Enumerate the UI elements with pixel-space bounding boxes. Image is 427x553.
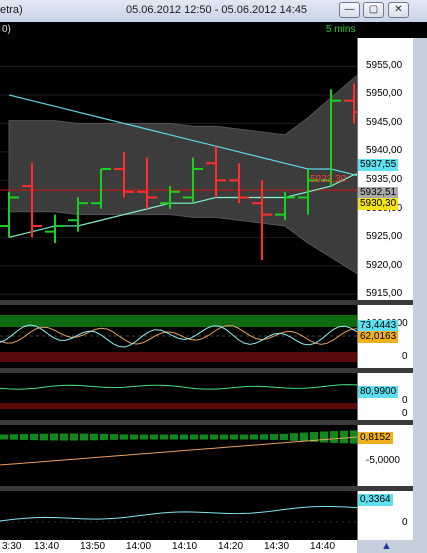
histogram-bar <box>200 434 208 440</box>
histogram-bar <box>50 433 58 441</box>
price-tick: 5955,00 <box>366 60 403 71</box>
price-tick: 5950,00 <box>366 88 403 99</box>
histogram-bar <box>140 434 148 440</box>
histogram-bar <box>250 434 258 440</box>
arrow-icon[interactable]: ▲ <box>381 540 392 552</box>
side-scrollbar[interactable] <box>413 38 427 553</box>
histogram-bar <box>120 434 128 440</box>
ref-value-tag: 5933,30 <box>310 174 347 185</box>
overbought-zone <box>0 315 357 327</box>
histogram-bar <box>80 433 88 441</box>
histogram-bar <box>220 434 228 440</box>
signal-line <box>0 325 357 345</box>
scale-label: 0 <box>402 351 408 362</box>
scale-label: 0 <box>402 395 408 406</box>
histogram-bar <box>160 434 168 440</box>
time-label: 14:00 <box>126 541 152 552</box>
price-tick: 5920,00 <box>366 260 403 271</box>
momentum-panel[interactable] <box>0 373 357 420</box>
histogram-bar <box>190 434 198 440</box>
window-title-bar: etra) 05.06.2012 12:50 - 05.06.2012 14:4… <box>0 0 427 23</box>
zero-zone <box>0 403 357 409</box>
volatility-line <box>0 506 357 522</box>
interval-label[interactable]: 5 mins <box>326 24 355 35</box>
histogram-bar <box>90 433 98 441</box>
scale-label: 0 <box>402 517 408 528</box>
scale-label: 0 <box>402 408 408 419</box>
histogram-panel[interactable] <box>0 425 357 486</box>
last-price-tag: 5930,30 <box>358 198 399 210</box>
histogram-bar <box>300 432 308 442</box>
time-axis: 3:30 13:40 13:50 14:00 14:10 14:20 14:30… <box>0 540 357 553</box>
histogram-bar <box>130 434 138 440</box>
histogram-bar <box>70 433 78 441</box>
histogram-bar <box>60 433 68 441</box>
osc-signal-tag: 62,0163 <box>358 331 399 343</box>
histogram-bar <box>240 434 248 440</box>
time-label: 13:40 <box>34 541 60 552</box>
histogram-bar <box>100 433 108 441</box>
price-tick: 5925,00 <box>366 231 403 242</box>
maximize-icon[interactable]: ▢ <box>363 2 384 18</box>
histogram-bar <box>340 430 348 444</box>
histogram-bar <box>40 433 48 441</box>
histogram-bar <box>110 434 118 440</box>
time-label: 14:40 <box>310 541 336 552</box>
price-tick: 5915,00 <box>366 288 403 299</box>
time-label: 14:20 <box>218 541 244 552</box>
time-label: 14:10 <box>172 541 198 552</box>
volatility-value-tag: 0,3364 <box>358 494 393 506</box>
ma-value-tag: 5937,55 <box>358 159 399 171</box>
price-tick: 5945,00 <box>366 117 403 128</box>
time-label: 13:50 <box>80 541 106 552</box>
corner-box: ▲ <box>357 540 427 553</box>
date-range: 05.06.2012 12:50 - 05.06.2012 14:45 <box>126 4 308 16</box>
histogram-bar <box>170 434 178 440</box>
scale-label: -5,0000 <box>366 455 400 466</box>
instrument-label: 0) <box>2 24 11 35</box>
histogram-bar <box>260 434 268 440</box>
chart-header: 0) 5 mins <box>0 22 427 38</box>
histogram-bar <box>10 434 18 440</box>
histogram-bar <box>30 433 38 441</box>
trend-line <box>0 436 357 466</box>
histogram-bar <box>180 434 188 440</box>
price-chart[interactable] <box>0 38 357 300</box>
histogram-bar <box>210 434 218 440</box>
close-icon[interactable]: ✕ <box>388 2 409 18</box>
momentum-value-tag: 80,9900 <box>358 386 399 398</box>
histogram-bar <box>150 434 158 440</box>
histogram-bar <box>320 431 328 443</box>
histogram-bar <box>330 431 338 443</box>
price-tick: 5935,00 <box>366 174 403 185</box>
histogram-value-tag: 0,8152 <box>358 432 393 444</box>
volatility-panel[interactable] <box>0 491 357 540</box>
histogram-bar <box>280 433 288 441</box>
histogram-bar <box>290 433 298 441</box>
time-label: 3:30 <box>2 541 22 552</box>
oscillator-panel[interactable] <box>0 305 357 368</box>
momentum-line <box>0 384 357 390</box>
minimize-icon[interactable]: — <box>339 2 360 18</box>
oversold-zone <box>0 352 357 362</box>
window-title: etra) <box>0 4 23 16</box>
histogram-bar <box>20 434 28 440</box>
histogram-bar <box>230 434 238 440</box>
time-label: 14:30 <box>264 541 290 552</box>
price-tick: 5940,00 <box>366 145 403 156</box>
histogram-bar <box>0 434 8 440</box>
histogram-bar <box>270 434 278 440</box>
